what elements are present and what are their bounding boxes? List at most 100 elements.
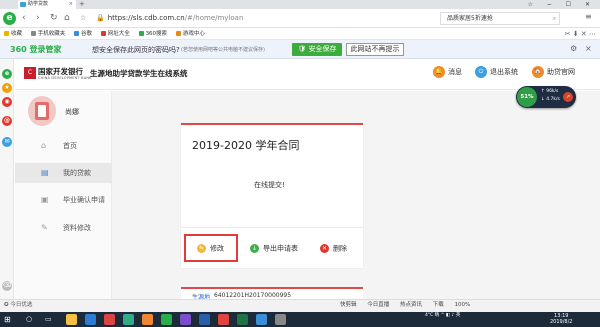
gear-icon[interactable]: ⚙	[570, 44, 577, 53]
tab-strip	[0, 0, 600, 9]
official-site-button[interactable]: 🏠 助贷官网	[532, 64, 575, 80]
url-input[interactable]: 🔒 https://sls.cdb.com.cn/#/home/myloan	[96, 12, 426, 25]
weather-text: 4°C 晴	[425, 313, 440, 318]
app-icon[interactable]	[142, 314, 153, 325]
nav-item-my-loans[interactable]: ▤ 我的贷款	[15, 163, 112, 183]
app-icon[interactable]	[104, 314, 115, 325]
back-icon[interactable]: ‹	[22, 13, 26, 24]
nav-item-graduation[interactable]: ▣ 毕业确认申请	[15, 190, 112, 210]
nav-item-edit-profile[interactable]: ✎ 资料修改	[15, 218, 112, 238]
bookmark-item[interactable]: 收藏	[4, 28, 22, 40]
messages-button[interactable]: 🔔 消息	[433, 64, 462, 80]
bookmark-toolbar-icons[interactable]: ✂ ⬇ ✕ ⋯	[565, 28, 596, 40]
upload-speed: ↑ 96k/s	[541, 89, 559, 94]
edit-icon: ✎	[197, 244, 206, 253]
forward-icon[interactable]: ›	[36, 13, 40, 24]
side-video-icon[interactable]: ◉	[2, 97, 12, 107]
url-path: /#/home/myloan	[184, 14, 244, 22]
window-controls[interactable]: ☆ − ☐ ✕	[527, 0, 596, 9]
logout-button[interactable]: ⏻ 退出系统	[475, 64, 518, 80]
side-weibo-icon[interactable]: @	[2, 116, 12, 126]
memory-percent: 51%	[517, 87, 537, 107]
bookmark-item[interactable]: 网址大全	[100, 28, 130, 40]
explorer-icon[interactable]	[66, 314, 77, 325]
new-tab-button[interactable]: +	[79, 0, 85, 9]
side-trash-icon[interactable]: ⌫	[2, 281, 12, 291]
edit-icon: ✎	[41, 223, 48, 232]
search-input[interactable]: 品质家居5折速抢 ⌕	[440, 12, 560, 25]
avatar	[28, 96, 56, 126]
status-item[interactable]: 100%	[455, 302, 471, 308]
bookmark-google-icon	[74, 31, 80, 36]
status-item[interactable]: 今日直播	[367, 302, 389, 308]
word-icon[interactable]	[199, 314, 210, 325]
search-icon[interactable]: ○	[26, 315, 32, 323]
bookmark-item[interactable]: 谷歌	[74, 28, 92, 40]
bookmarks-bar: 收藏 手机收藏夹 谷歌 网址大全 360搜索 游戏中心	[0, 28, 600, 40]
side-app-icon[interactable]: ★	[2, 83, 12, 93]
user-name: 尚娜	[65, 108, 79, 116]
search-text: 品质家居5折速抢	[447, 15, 493, 22]
bookmark-item[interactable]: 手机收藏夹	[30, 28, 65, 40]
status-item[interactable]: 快剪辑	[340, 302, 357, 308]
tab-favicon-icon	[20, 2, 26, 7]
close-icon: ✕	[320, 244, 329, 253]
windows-start-icon[interactable]: ⊞	[4, 315, 11, 324]
home-icon[interactable]: ⌂	[64, 13, 70, 24]
document-icon: ▤	[41, 168, 49, 177]
tab-title: 助学贷款	[28, 1, 49, 7]
nav-item-home[interactable]: ⌂ 首页	[15, 136, 112, 156]
browser-status-bar	[0, 299, 600, 312]
ime-indicator[interactable]: 英	[456, 313, 461, 318]
system-tray[interactable]: 4°C 晴 ^ ◧ ♪ 英	[425, 313, 460, 319]
browser-360-icon[interactable]	[161, 314, 172, 325]
download-speed: ↓ 4.7k/s	[541, 97, 560, 102]
side-mail-icon[interactable]: ✉	[2, 137, 12, 147]
never-remind-button[interactable]: 此网站不再提示	[346, 43, 404, 56]
export-application-button[interactable]: ↓ 导出申请表	[250, 244, 298, 254]
save-password-button[interactable]: 🛡 安全保存	[292, 43, 342, 56]
close-icon[interactable]: ×	[585, 44, 592, 53]
side-360-icon[interactable]: e	[2, 69, 12, 79]
menu-icon[interactable]: ≡	[585, 12, 592, 21]
status-right: 快剪辑 今日直播 热点资讯 下载 100%	[340, 299, 479, 312]
modify-button[interactable]: ✎ 修改	[197, 244, 224, 254]
bookmark-item[interactable]: 游戏中心	[175, 28, 205, 40]
tab-close-icon[interactable]: ×	[69, 0, 73, 9]
power-icon: ⏻	[475, 66, 487, 78]
card2-number: 64012201H20170000995	[214, 292, 292, 299]
system-title: 生源地助学贷款学生在线系统	[90, 69, 188, 78]
edge-icon[interactable]	[85, 314, 96, 325]
home-icon: 🏠	[532, 66, 544, 78]
bookmark-game-icon	[175, 31, 181, 36]
task-view-icon[interactable]: ▭	[45, 315, 52, 323]
app-icon[interactable]	[256, 314, 267, 325]
clock[interactable]: 13:19 2019/8/2	[550, 313, 572, 325]
graduation-icon: ▣	[41, 195, 49, 204]
status-item[interactable]: 下载	[433, 302, 444, 308]
search-icon[interactable]: ⌕	[553, 13, 556, 24]
refresh-icon[interactable]: ↻	[50, 13, 58, 24]
cdb-logo-icon: C	[24, 67, 36, 79]
favorite-star-icon[interactable]: ☆	[80, 13, 86, 24]
status-left[interactable]: ✪ 今日优选	[4, 299, 32, 312]
download-icon: ↓	[250, 244, 259, 253]
excel-icon[interactable]	[237, 314, 248, 325]
widget-speedup-icon[interactable]: ↗	[563, 92, 573, 102]
delete-button[interactable]: ✕ 删除	[320, 244, 347, 254]
browser-logo-icon[interactable]: e	[3, 12, 16, 25]
bookmark-item[interactable]: 360搜索	[138, 28, 167, 40]
bookmark-360-icon	[138, 31, 144, 36]
password-manager-brand: 360 登录管家	[10, 45, 62, 54]
browser-tab[interactable]: 助学贷款 ×	[18, 0, 76, 9]
lock-icon: 🔒	[96, 14, 105, 22]
status-item[interactable]: 热点资讯	[400, 302, 422, 308]
card-title: 2019-2020 学年合同	[192, 139, 300, 152]
app-icon[interactable]	[180, 314, 191, 325]
password-question: 想安全保存此网页的密码吗?	[92, 46, 180, 54]
card-status: 在线提交!	[254, 181, 285, 189]
card-divider	[181, 227, 363, 228]
app-icon[interactable]	[275, 314, 286, 325]
app-icon[interactable]	[218, 314, 229, 325]
app-icon[interactable]	[123, 314, 134, 325]
